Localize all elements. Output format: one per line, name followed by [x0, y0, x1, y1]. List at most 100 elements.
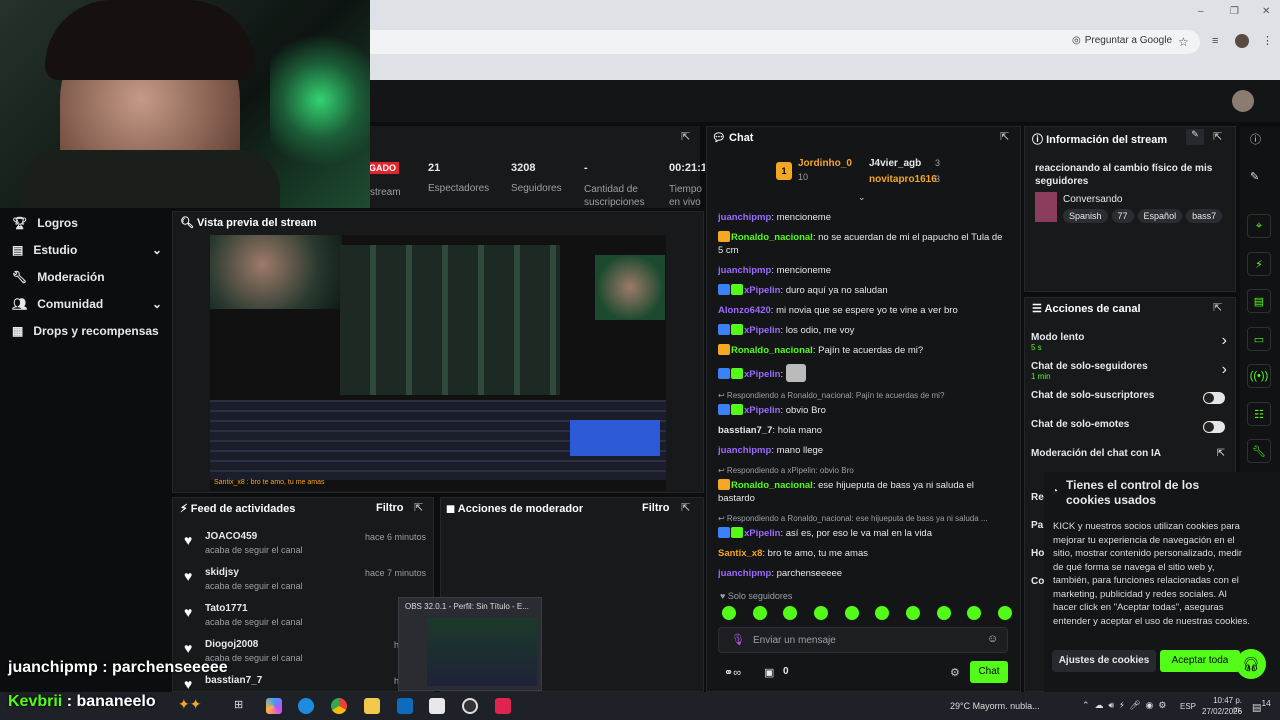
minimize-button[interactable]: – [1198, 6, 1204, 17]
stream-video[interactable]: Santix_x8 : bro te amo, tu me amas [210, 235, 666, 491]
chat-username[interactable]: Ronaldo_nacional [731, 480, 813, 491]
nav-moderacion[interactable]: 🔧︎ Moderación [12, 263, 162, 290]
popout-icon[interactable]: ⇱ [681, 501, 690, 514]
nav-drops[interactable]: ▦ Drops y recompensas [12, 317, 162, 344]
obs-preview-popup[interactable]: OBS 32.0.1 - Perfil: Sin Título - E... [398, 597, 542, 691]
broadcast-icon[interactable]: ((•)) [1247, 364, 1271, 388]
feed-filter-button[interactable]: Filtro [376, 502, 404, 514]
edit-pencil-icon[interactable]: ✎ [1186, 129, 1204, 145]
popout-icon[interactable]: ⇱ [1000, 130, 1009, 143]
bookmark-star-icon[interactable]: ☆ [1178, 35, 1189, 49]
emote-icon[interactable] [967, 606, 982, 620]
maximize-button[interactable]: ❐ [1230, 6, 1239, 17]
chat-username[interactable]: juanchipmp [718, 445, 771, 456]
channel-action-row[interactable]: Modo lento 5 s › [1031, 332, 1229, 361]
tag-chip[interactable]: 77 [1111, 209, 1134, 223]
clock-date[interactable]: 27/02/2026 [1202, 707, 1242, 716]
emote-icon[interactable] [813, 606, 828, 620]
emote-icon[interactable] [905, 606, 920, 620]
chat-username[interactable]: Alonzo6420 [718, 305, 771, 316]
mic-icon[interactable]: 🎙︎ [731, 633, 745, 646]
chat-username[interactable]: Ronaldo_nacional [731, 232, 813, 243]
cookie-settings-button[interactable]: Ajustes de cookies [1052, 650, 1156, 672]
leader-name[interactable]: Jordinho_0 [798, 158, 852, 169]
nav-comunidad[interactable]: 👥︎ Comunidad ⌄ [12, 290, 162, 317]
support-chat-icon[interactable]: 🎧︎ [1236, 649, 1266, 679]
chat-username[interactable]: Santix_x8 [718, 548, 762, 559]
leader-name[interactable]: novitapro1616 [869, 174, 937, 185]
nav-estudio[interactable]: ▤ Estudio ⌄ [12, 236, 162, 263]
feed-user[interactable]: Diogoj2008 [205, 639, 258, 650]
edge-icon[interactable] [298, 698, 314, 714]
obs-icon[interactable] [462, 698, 478, 714]
chat-username[interactable]: xPipelin [744, 369, 780, 380]
emoji-icon[interactable]: ☺ [987, 633, 998, 645]
channel-action-row[interactable]: Chat de solo-emotes [1031, 419, 1229, 448]
user-avatar[interactable] [1232, 90, 1254, 112]
emote-icon[interactable] [997, 606, 1012, 620]
notifications-icon[interactable]: ▤14 [1252, 698, 1271, 713]
tiktok-icon[interactable] [495, 698, 511, 714]
store-icon[interactable] [429, 698, 445, 714]
gift-icon[interactable]: ▣ [764, 666, 774, 679]
chrome-icon[interactable] [331, 698, 347, 714]
chat-username[interactable]: xPipelin [744, 405, 780, 416]
emote-icon[interactable] [722, 606, 736, 620]
pencil-icon[interactable]: ✎ [1250, 170, 1259, 183]
toggle-switch[interactable] [1203, 421, 1225, 433]
tray-icons[interactable]: ⌃☁🔊︎⚡︎🎤︎◉⚙ [1082, 700, 1171, 711]
info-icon[interactable]: ⓘ [1250, 131, 1261, 147]
chat-username[interactable]: xPipelin [744, 285, 780, 296]
chat-username[interactable]: xPipelin [744, 528, 780, 539]
chat-username[interactable]: xPipelin [744, 325, 780, 336]
chat-username[interactable]: basstian7_7 [718, 425, 772, 436]
weather-widget[interactable]: 29°C Mayorm. nubla... [950, 701, 1040, 711]
popout-icon[interactable]: ⇱ [1213, 130, 1222, 143]
copilot-sparkle-icon[interactable]: ✦✦ [178, 696, 201, 713]
channel-action-row[interactable]: Chat de solo-suscriptores [1031, 390, 1229, 419]
menu-kebab-icon[interactable]: ⋮ [1262, 34, 1273, 47]
outlook-icon[interactable] [397, 698, 413, 714]
document-icon[interactable]: ▤ [1247, 289, 1271, 313]
tag-chip[interactable]: bass7 [1186, 209, 1223, 223]
channel-action-row[interactable]: Chat de solo-seguidores 1 min › [1031, 361, 1229, 390]
feed-user[interactable]: Tato1771 [205, 603, 248, 614]
chat-username[interactable]: juanchipmp [718, 265, 771, 276]
toggle-switch[interactable] [1203, 392, 1225, 404]
emote-icon[interactable] [936, 606, 951, 620]
reading-list-icon[interactable]: ≡ [1212, 35, 1218, 47]
task-view-icon[interactable]: ⊞ [234, 698, 243, 711]
feed-user[interactable]: skidjsy [205, 567, 239, 578]
emote-icon[interactable] [783, 606, 798, 620]
settings-gear-icon[interactable]: ⚙ [950, 666, 960, 679]
popout-icon[interactable]: ⇱ [1213, 301, 1222, 314]
profile-avatar[interactable] [1235, 34, 1249, 48]
emote-icon[interactable] [752, 606, 767, 620]
file-explorer-icon[interactable] [364, 698, 380, 714]
wrench-icon[interactable]: 🔧︎ [1247, 439, 1271, 463]
chat-icon[interactable]: ▭ [1247, 327, 1271, 351]
tag-chip[interactable]: Español [1137, 209, 1183, 223]
emote-icon[interactable] [875, 606, 890, 620]
leader-name[interactable]: J4vier_agb [869, 158, 921, 169]
language-indicator[interactable]: ESP [1180, 702, 1196, 711]
external-link-icon[interactable]: ⇱ [1217, 448, 1225, 459]
emote-icon[interactable] [844, 606, 859, 620]
copilot-icon[interactable] [266, 698, 282, 714]
clip-icon[interactable]: ⌖ [1247, 214, 1271, 238]
chat-username[interactable]: juanchipmp [718, 568, 771, 579]
close-window-button[interactable]: ✕ [1262, 6, 1270, 17]
tag-chip[interactable]: Spanish [1063, 209, 1108, 223]
chat-username[interactable]: Ronaldo_nacional [731, 345, 813, 356]
cookie-accept-button[interactable]: Aceptar toda [1160, 650, 1240, 672]
send-chat-button[interactable]: Chat [970, 661, 1008, 683]
chat-input[interactable]: 🎙︎ Enviar un mensaje ☺ [718, 627, 1008, 653]
server-icon[interactable]: ☷ [1247, 402, 1271, 426]
expand-leaders-icon[interactable]: ⌄ [858, 192, 866, 203]
popout-icon[interactable]: ⇱ [414, 501, 423, 514]
category-name[interactable]: Conversando [1063, 194, 1122, 205]
popout-icon[interactable]: ⇱ [681, 130, 690, 143]
bolt-icon[interactable]: ⚡︎ [1247, 252, 1271, 276]
feed-user[interactable]: JOACO459 [205, 531, 257, 542]
mod-filter-button[interactable]: Filtro [642, 502, 670, 514]
